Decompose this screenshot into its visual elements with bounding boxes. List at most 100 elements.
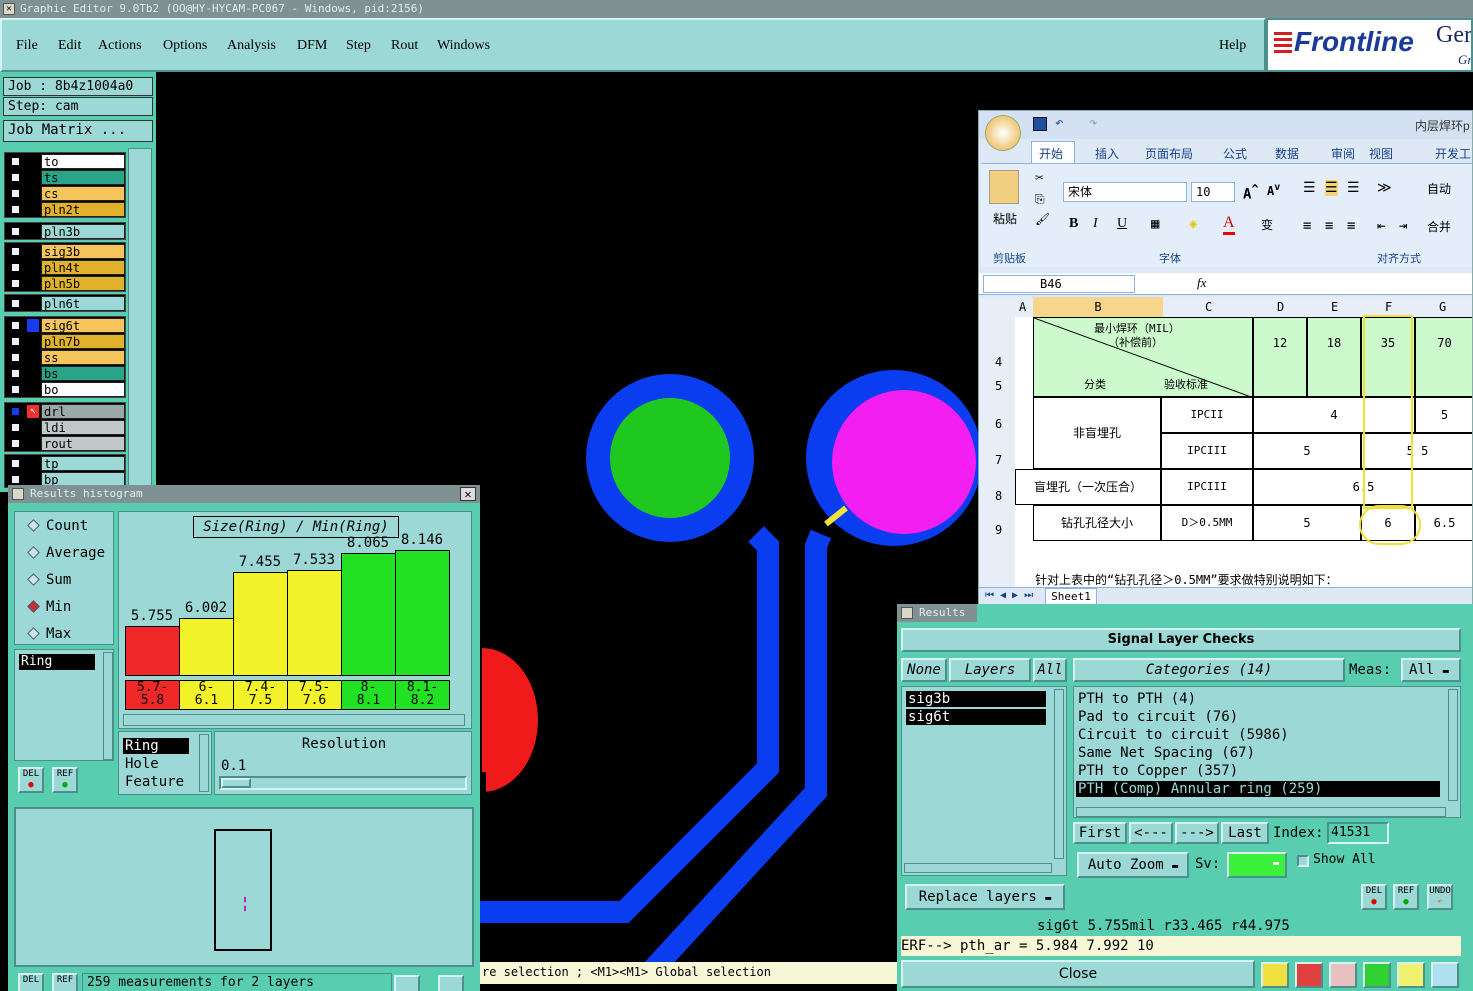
ref-button-bottom[interactable]: REF xyxy=(52,973,78,991)
menu-file[interactable]: File xyxy=(16,38,38,54)
layer-name[interactable]: rout xyxy=(41,436,125,451)
attr-hole[interactable]: Hole xyxy=(125,756,159,772)
mode-radio-count[interactable]: Count xyxy=(27,518,88,534)
layer-checkbox[interactable] xyxy=(10,406,21,417)
menu-rout[interactable]: Rout xyxy=(391,38,418,54)
ribbon-tab[interactable]: 公式 xyxy=(1223,145,1247,162)
shrink-font-icon[interactable]: Av xyxy=(1267,182,1280,198)
undo-icon[interactable]: ↶ xyxy=(1055,115,1063,131)
cell-c7[interactable]: IPCIII xyxy=(1161,433,1253,469)
cell-b6[interactable]: 非盲埋孔 xyxy=(1033,397,1161,469)
index-input[interactable]: 41531 xyxy=(1327,822,1389,844)
layer-name[interactable]: pln7b xyxy=(41,334,125,349)
fill-color-icon[interactable]: ◈ xyxy=(1189,216,1197,232)
layer-checkbox[interactable] xyxy=(10,278,21,289)
results-ref-button[interactable]: REF ● xyxy=(1393,884,1419,910)
next-button[interactable]: ---> xyxy=(1175,822,1219,844)
layer-row-ss[interactable]: ss xyxy=(7,350,125,365)
font-color-icon[interactable]: A xyxy=(1223,214,1235,235)
align-left-icon[interactable]: ≡ xyxy=(1303,218,1311,234)
auto-zoom-select[interactable]: Auto Zoom ▬ xyxy=(1077,852,1189,878)
layer-name[interactable]: pln3b xyxy=(41,224,125,239)
category-item[interactable]: Circuit to circuit (5986) xyxy=(1076,727,1440,743)
layer-checkbox[interactable] xyxy=(10,422,21,433)
pad-hole-left[interactable] xyxy=(610,398,730,518)
align-middle-icon[interactable]: ☰ xyxy=(1325,180,1338,196)
cell-b9[interactable]: 钻孔孔径大小 xyxy=(1033,505,1161,541)
col-a[interactable]: A xyxy=(1019,300,1026,314)
row-7[interactable]: 7 xyxy=(995,453,1002,467)
layer-name[interactable]: sig3b xyxy=(41,244,125,259)
histogram-bar[interactable] xyxy=(395,550,450,676)
layer-item-sig3b[interactable]: sig3b xyxy=(906,691,1046,707)
col-d[interactable]: D xyxy=(1277,300,1284,314)
stat-list-scrollbar[interactable] xyxy=(103,652,113,760)
layer-list-vscroll[interactable] xyxy=(1054,689,1064,859)
results-window-icon[interactable] xyxy=(901,607,913,619)
mode-radio-average[interactable]: Average xyxy=(27,545,105,561)
trace-right[interactable] xyxy=(637,529,832,985)
results-undo-button[interactable]: UNDO ↶ xyxy=(1427,884,1453,910)
layer-checkbox[interactable] xyxy=(10,226,21,237)
redo-icon[interactable]: ↷ xyxy=(1089,115,1097,131)
all-button[interactable]: All xyxy=(1033,658,1067,682)
pad-hole-right[interactable] xyxy=(832,390,976,534)
menu-options[interactable]: Options xyxy=(163,38,207,54)
cell-c8[interactable]: IPCIII xyxy=(1161,469,1253,505)
tool-step-icon[interactable] xyxy=(1363,962,1391,988)
layer-checkbox[interactable] xyxy=(10,262,21,273)
layer-name[interactable]: ss xyxy=(41,350,125,365)
layer-row-pln2t[interactable]: pln2t xyxy=(7,202,125,217)
del-button-bottom[interactable]: DEL xyxy=(18,973,44,991)
mode-radio-min[interactable]: Min xyxy=(27,599,71,615)
layer-row-pln5b[interactable]: pln5b xyxy=(7,276,125,291)
row-5[interactable]: 5 xyxy=(995,379,1002,393)
attr-feature[interactable]: Feature xyxy=(125,774,184,790)
layer-checkbox[interactable] xyxy=(10,438,21,449)
layer-name[interactable]: drl xyxy=(41,404,125,419)
align-right-icon[interactable]: ≡ xyxy=(1347,218,1355,234)
row-9[interactable]: 9 xyxy=(995,523,1002,537)
col-c[interactable]: C xyxy=(1205,300,1212,314)
cell-g4[interactable]: 70 xyxy=(1415,317,1472,397)
layer-name[interactable]: pln4t xyxy=(41,260,125,275)
layer-name[interactable]: sig6t xyxy=(41,318,125,333)
layer-row-sig6t[interactable]: sig6t xyxy=(7,318,125,333)
layer-row-pln3b[interactable]: pln3b xyxy=(7,224,125,239)
bold-icon[interactable]: B xyxy=(1069,216,1078,232)
layer-checkbox[interactable] xyxy=(10,474,21,485)
col-b[interactable]: B xyxy=(1033,297,1163,317)
tool-report-icon[interactable] xyxy=(1397,962,1425,988)
indent-increase-icon[interactable]: ⇥ xyxy=(1399,218,1407,234)
grow-font-icon[interactable]: A^ xyxy=(1243,182,1258,203)
format-painter-icon[interactable]: 🖌 xyxy=(1035,212,1050,226)
menu-help[interactable]: Help xyxy=(1219,38,1246,54)
layer-checkbox[interactable] xyxy=(10,320,21,331)
resolution-slider-thumb[interactable] xyxy=(221,778,251,788)
layers-button[interactable]: Layers xyxy=(949,658,1031,682)
categories-button[interactable]: Categories (14) xyxy=(1073,658,1345,682)
phonetic-icon[interactable]: 变 xyxy=(1261,216,1273,233)
del-button[interactable]: DEL ● xyxy=(18,767,44,793)
sheet-nav-icon[interactable]: ⏮ ◀ ▶ ⏭ xyxy=(985,590,1033,601)
layer-checkbox[interactable] xyxy=(10,458,21,469)
layer-row-pln7b[interactable]: pln7b xyxy=(7,334,125,349)
copy-icon[interactable]: ⎘ xyxy=(1035,192,1045,207)
histogram-bar[interactable] xyxy=(341,553,396,676)
first-button[interactable]: First xyxy=(1073,822,1127,844)
close-button[interactable]: Close xyxy=(901,960,1255,988)
align-top-icon[interactable]: ☰ xyxy=(1303,180,1316,196)
cell-g9[interactable]: 6.5 xyxy=(1415,505,1472,541)
border-icon[interactable]: ▦ xyxy=(1151,216,1159,232)
layer-row-ts[interactable]: ts xyxy=(7,170,125,185)
window-icon[interactable]: ✕ xyxy=(3,3,15,15)
layer-checkbox[interactable] xyxy=(10,204,21,215)
layer-name[interactable]: pln2t xyxy=(41,202,125,217)
cell-b8[interactable]: 盲埋孔（一次压合） xyxy=(1015,469,1161,505)
histogram-bar[interactable] xyxy=(179,618,234,676)
tool-clear-icon[interactable] xyxy=(1329,962,1357,988)
layer-row-tp[interactable]: tp xyxy=(7,456,125,471)
tool-export-icon[interactable] xyxy=(1295,962,1323,988)
paste-label[interactable]: 粘贴 xyxy=(993,210,1017,227)
layer-checkbox[interactable] xyxy=(10,172,21,183)
